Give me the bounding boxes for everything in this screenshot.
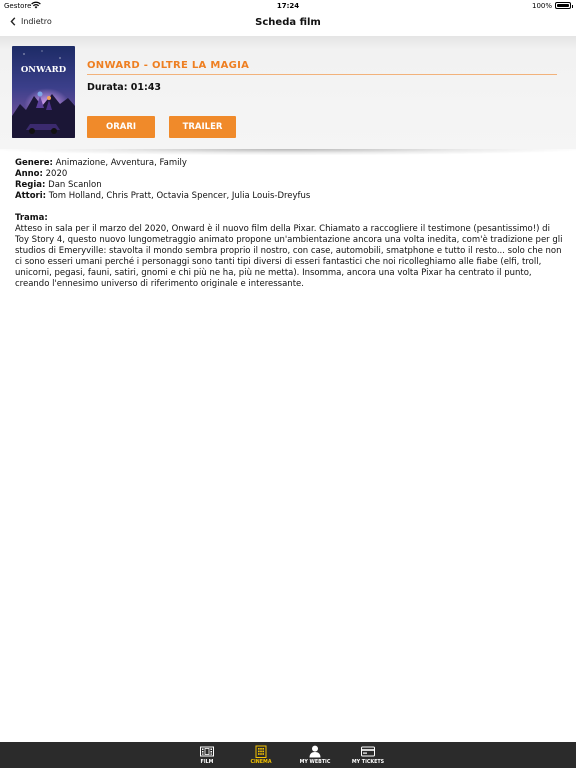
- genre-row: Genere: Animazione, Avventura, Family: [15, 158, 563, 169]
- actors-label: Attori:: [15, 191, 47, 201]
- actors-row: Attori: Tom Holland, Chris Pratt, Octavi…: [15, 191, 563, 202]
- tab-film[interactable]: FILM: [185, 742, 229, 768]
- tab-bar: FILM CINEMA MY WEBTIC MY TICKETS: [0, 742, 576, 768]
- film-details: Genere: Animazione, Avventura, Family An…: [15, 158, 563, 290]
- plot-text: Atteso in sala per il marzo del 2020, On…: [15, 224, 563, 289]
- poster-logo: ONWARD: [21, 65, 67, 75]
- tab-my-webtic[interactable]: MY WEBTIC: [293, 742, 337, 768]
- director-row: Regia: Dan Scanlon: [15, 180, 563, 191]
- year-value: 2020: [45, 169, 68, 179]
- year-label: Anno:: [15, 169, 43, 179]
- battery-percentage: 100%: [531, 2, 552, 10]
- showtimes-button[interactable]: ORARI: [87, 116, 155, 138]
- trailer-button[interactable]: TRAILER: [169, 116, 236, 138]
- film-poster: ONWARD: [12, 46, 75, 138]
- clock: 17:24: [276, 2, 300, 10]
- plot-label: Trama:: [15, 213, 48, 223]
- director-label: Regia:: [15, 180, 46, 190]
- tab-cinema-label: CINEMA: [250, 760, 272, 765]
- film-header: ONWARD ONWARD - OLTRE LA MAGIA Durata: 0…: [0, 36, 576, 149]
- film-duration: Durata: 01:43: [87, 82, 162, 93]
- tab-cinema[interactable]: CINEMA: [239, 742, 283, 768]
- ticket-icon: [361, 746, 375, 757]
- actors-value: Tom Holland, Chris Pratt, Octavia Spence…: [48, 191, 311, 201]
- header-shadow: [0, 149, 576, 155]
- tab-my-tickets[interactable]: MY TICKETS: [346, 742, 390, 768]
- tab-my-tickets-label: MY TICKETS: [351, 760, 385, 765]
- cinema-icon: [255, 745, 267, 758]
- genre-label: Genere:: [15, 158, 53, 168]
- battery-icon: [555, 2, 573, 9]
- tab-my-webtic-label: MY WEBTIC: [299, 760, 331, 765]
- film-icon: [200, 746, 214, 757]
- user-icon: [309, 745, 321, 758]
- year-row: Anno: 2020: [15, 169, 563, 180]
- page-title: Scheda film: [255, 17, 321, 28]
- title-divider: [87, 74, 557, 75]
- navigation-bar: Indietro Scheda film: [0, 12, 576, 36]
- film-title: ONWARD - OLTRE LA MAGIA: [87, 60, 250, 71]
- status-bar: Gestore 17:24 100%: [0, 0, 576, 12]
- tab-film-label: FILM: [200, 760, 214, 765]
- genre-value: Animazione, Avventura, Family: [55, 158, 187, 168]
- director-value: Dan Scanlon: [48, 180, 102, 190]
- plot-heading-row: Trama:: [15, 213, 563, 224]
